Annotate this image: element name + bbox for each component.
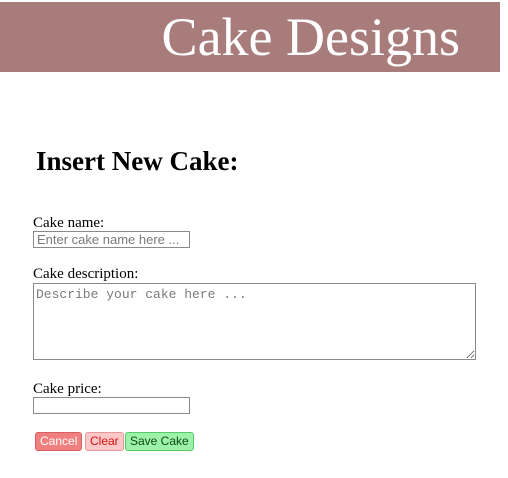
cake-name-label: Cake name: bbox=[33, 215, 105, 231]
page-title: Insert New Cake: bbox=[36, 146, 239, 176]
header-banner: Cake Designs bbox=[0, 2, 500, 72]
cake-price-input[interactable] bbox=[33, 397, 190, 414]
cake-name-input[interactable] bbox=[33, 231, 190, 248]
cake-description-textarea[interactable] bbox=[33, 283, 476, 360]
site-title: Cake Designs bbox=[161, 7, 460, 67]
save-cake-button[interactable]: Save Cake bbox=[125, 432, 194, 451]
cake-description-label: Cake description: bbox=[33, 266, 139, 282]
clear-button[interactable]: Clear bbox=[85, 432, 124, 451]
cancel-button[interactable]: Cancel bbox=[35, 432, 83, 451]
cake-price-label: Cake price: bbox=[33, 381, 102, 397]
